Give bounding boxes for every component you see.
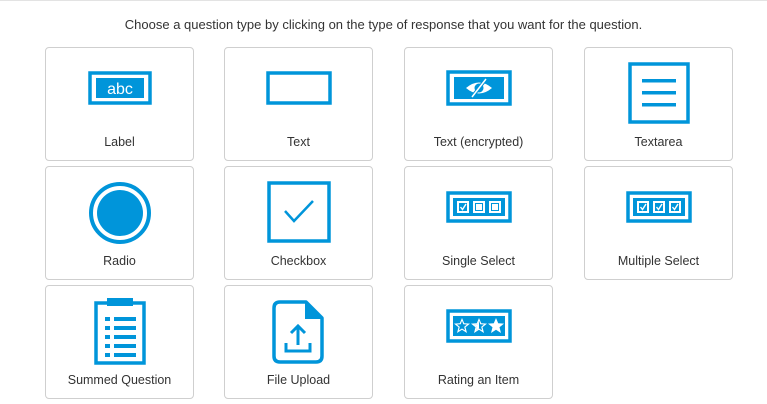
question-type-single-select-label: Single Select bbox=[442, 254, 515, 268]
label-abc-icon: abc bbox=[46, 48, 193, 128]
question-type-rating-an-item[interactable]: Rating an Item bbox=[404, 285, 553, 399]
question-type-summed-question[interactable]: Summed Question bbox=[45, 285, 194, 399]
question-type-label-text: Label bbox=[104, 135, 135, 149]
question-type-summed-question-label: Summed Question bbox=[67, 373, 172, 387]
multiple-select-icon bbox=[585, 167, 732, 247]
question-type-file-upload[interactable]: File Upload bbox=[224, 285, 373, 399]
question-type-text[interactable]: Text bbox=[224, 47, 373, 161]
textarea-lines-icon bbox=[585, 48, 732, 128]
star-rating-icon bbox=[405, 286, 552, 366]
question-type-text-encrypted[interactable]: Text (encrypted) bbox=[404, 47, 553, 161]
question-type-checkbox-label: Checkbox bbox=[270, 254, 327, 268]
question-type-single-select[interactable]: Single Select bbox=[404, 166, 553, 280]
question-type-file-upload-label: File Upload bbox=[266, 373, 331, 387]
question-type-text-encrypted-label: Text (encrypted) bbox=[433, 135, 524, 149]
file-upload-icon bbox=[225, 286, 372, 366]
checkbox-check-icon bbox=[225, 167, 372, 247]
eye-slash-icon bbox=[405, 48, 552, 128]
question-type-multiple-select-label: Multiple Select bbox=[617, 254, 700, 268]
instruction-text: Choose a question type by clicking on th… bbox=[124, 17, 643, 32]
text-box-icon bbox=[225, 48, 372, 128]
question-type-label[interactable]: abc Label bbox=[45, 47, 194, 161]
clipboard-list-icon bbox=[46, 286, 193, 366]
question-type-textarea-label: Textarea bbox=[634, 135, 683, 149]
svg-text:abc: abc bbox=[107, 81, 133, 98]
question-type-text-label: Text bbox=[287, 135, 310, 149]
question-type-radio-label: Radio bbox=[103, 254, 136, 268]
question-type-multiple-select[interactable]: Multiple Select bbox=[584, 166, 733, 280]
question-type-checkbox[interactable]: Checkbox bbox=[224, 166, 373, 280]
single-select-icon bbox=[405, 167, 552, 247]
top-divider bbox=[0, 0, 767, 1]
question-type-rating-an-item-label: Rating an Item bbox=[437, 373, 520, 387]
radio-circle-icon bbox=[46, 167, 193, 247]
question-type-textarea[interactable]: Textarea bbox=[584, 47, 733, 161]
question-type-radio[interactable]: Radio bbox=[45, 166, 194, 280]
